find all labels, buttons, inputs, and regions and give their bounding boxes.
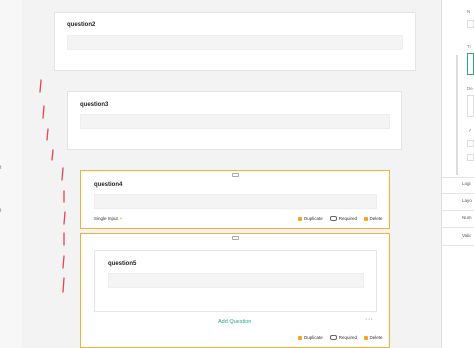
add-type-icon: + [119,216,123,221]
delete-button[interactable]: Delete [364,216,383,221]
property-label: Ti [467,44,471,49]
answer-input[interactable] [67,35,403,50]
question-card-question4[interactable]: question4 Single Input + Duplicate Requi… [80,170,390,229]
nav-item-logic[interactable]: Logi [462,181,471,186]
duplicate-icon [298,335,302,340]
question-title: question5 [108,261,137,267]
question-card-question2[interactable]: question2 [54,12,416,71]
toggle-icon [329,216,337,221]
question-title: question3 [80,102,109,108]
drag-handle-icon[interactable] [232,236,239,240]
question-actions: Duplicate Required Delete [291,216,383,221]
nav-item-layout[interactable]: Layo [462,198,472,203]
nav-item-validation[interactable]: Valic [462,233,471,238]
left-strip-mark: t [0,208,2,214]
duplicate-button[interactable]: Duplicate [298,335,323,340]
duplicate-icon [298,216,302,221]
trash-icon [364,335,368,340]
property-field[interactable] [467,20,474,28]
delete-label: Delete [369,335,383,340]
option-checkbox[interactable] [467,140,474,147]
left-side-strip: t t [0,0,22,348]
toggle-icon [329,335,337,340]
required-toggle[interactable]: Required [329,216,358,221]
panel-actions: Duplicate Required Delete [291,335,383,340]
question-title: question2 [67,22,96,28]
required-label: Required [338,216,358,221]
panel-container[interactable]: question5 Add Question ··· Duplicate Req… [80,233,390,348]
checkmark-icon[interactable]: ✓ [468,128,472,134]
nav-item-numbering[interactable]: Num [462,215,472,220]
more-options-icon[interactable]: ··· [365,316,374,323]
delete-label: Delete [369,216,383,221]
properties-scrollbar[interactable] [456,55,458,175]
trash-icon [364,216,368,221]
divider [441,227,474,228]
question-type-selector[interactable]: Single Input + [94,216,122,221]
question-type-label: Single Input [94,216,118,221]
answer-input[interactable] [108,273,364,288]
required-toggle[interactable]: Required [329,335,358,340]
divider [441,193,474,194]
question-title: question4 [94,182,123,188]
left-strip-mark: t [0,165,2,171]
duplicate-label: Duplicate [304,216,323,221]
duplicate-label: Duplicate [304,335,323,340]
question-card-question3[interactable]: question3 [67,91,402,150]
title-field[interactable] [467,53,474,75]
required-label: Required [338,335,358,340]
answer-input[interactable] [80,114,390,129]
question-card-question5[interactable]: question5 [94,250,377,312]
divider [441,245,474,246]
property-label: De [467,86,473,91]
add-question-link[interactable]: Add Question [218,319,251,325]
divider [441,177,474,178]
option-checkbox[interactable] [467,154,474,161]
answer-input[interactable] [94,194,377,209]
property-label: N [467,9,471,14]
drag-handle-icon[interactable] [232,173,239,177]
description-field[interactable] [467,95,474,117]
delete-button[interactable]: Delete [364,335,383,340]
duplicate-button[interactable]: Duplicate [298,216,323,221]
divider [441,210,474,211]
